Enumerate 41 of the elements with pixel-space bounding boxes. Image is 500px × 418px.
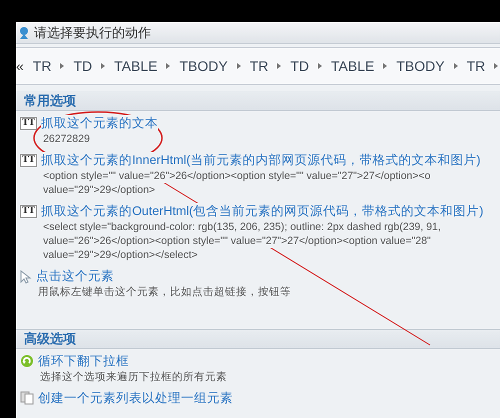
triangle-icon <box>454 63 458 69</box>
action-detail: value="29">29</option> <box>43 183 156 197</box>
action-link[interactable]: 循环下翻下拉框 <box>38 353 129 370</box>
section-title: 常用选项 <box>24 92 76 110</box>
action-detail: 选择这个选项来遍历下拉框的所有元素 <box>40 370 227 384</box>
breadcrumb-item[interactable]: TR <box>32 56 52 76</box>
triangle-icon <box>60 63 64 69</box>
text-icon: TT <box>20 117 38 130</box>
window-title: 请选择要执行的动作 <box>34 24 151 42</box>
triangle-icon <box>101 63 106 69</box>
action-detail: <select style="background-color: rgb(135, 206, 235); outline: 2px dashed rgb(239, 91, <box>43 220 441 234</box>
back-button[interactable]: « <box>16 56 24 76</box>
triangle-icon <box>494 63 498 69</box>
action-link[interactable]: 抓取这个元素的OuterHtml(包含当前元素的网页源代码，带格式的文本和图片) <box>41 203 484 220</box>
section-title: 高级选项 <box>24 330 76 348</box>
action-detail: value="29">29</option></select> <box>43 248 198 262</box>
action-link[interactable]: 抓取这个元素的InnerHtml(当前元素的内部网页源代码，带格式的文本和图片) <box>41 152 481 169</box>
breadcrumb-item[interactable]: TD <box>290 56 310 76</box>
app-icon <box>18 26 30 40</box>
breadcrumb-item[interactable]: TD <box>73 56 92 76</box>
triangle-icon <box>383 63 388 69</box>
action-detail: 用鼠标左键单击这个元素，比如点击超链接，按钮等 <box>38 285 291 299</box>
text-icon: TT <box>20 205 38 218</box>
breadcrumb-item[interactable]: TABLE <box>114 56 158 76</box>
triangle-icon <box>236 63 241 69</box>
list-icon <box>20 391 34 405</box>
action-detail: value="26">26</option><option style="" value="27">27</option><option value="28" <box>43 234 431 248</box>
action-link[interactable]: 创建一个元素列表以处理一组元素 <box>38 390 233 407</box>
triangle-icon <box>318 63 322 69</box>
triangle-icon <box>166 63 170 69</box>
breadcrumb-item[interactable]: TABLE <box>331 56 374 76</box>
breadcrumb-item[interactable]: TBODY <box>179 56 228 76</box>
breadcrumb-item[interactable]: TR <box>466 56 486 76</box>
action-link[interactable]: 点击这个元素 <box>36 268 114 285</box>
action-detail: <option style="" value="26">26</option><option style="" value="27">27</option><o <box>43 169 430 183</box>
triangle-icon <box>277 63 282 69</box>
loop-icon <box>20 354 34 368</box>
breadcrumb-item[interactable]: TR <box>250 56 268 76</box>
text-icon: TT <box>20 154 38 167</box>
cursor-icon <box>20 270 32 284</box>
breadcrumb-item[interactable]: TBODY <box>396 56 445 76</box>
